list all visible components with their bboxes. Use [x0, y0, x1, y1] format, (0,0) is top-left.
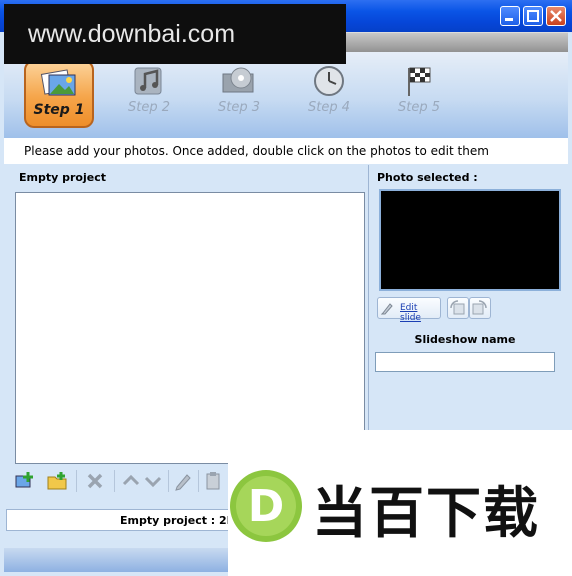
move-down-icon[interactable]	[142, 470, 164, 492]
selection-panel: Photo selected : Edit slide Slideshow na…	[368, 165, 569, 431]
photos-icon	[40, 69, 76, 96]
step-label: Step 5	[397, 100, 440, 115]
logo-letter: D	[248, 481, 285, 532]
step-3-tab[interactable]: Step 3	[204, 60, 274, 128]
downbai-logo-icon: D	[230, 470, 302, 542]
photo-preview	[379, 189, 561, 291]
instruction-text: Please add your photos. Once added, doub…	[24, 144, 489, 158]
step-label: Step 1	[33, 102, 85, 118]
step-5-tab[interactable]: Step 5	[384, 60, 454, 128]
toolbar-separator	[76, 470, 77, 492]
minimize-icon	[505, 18, 513, 21]
watermark-url: www.downbai.com	[28, 20, 236, 48]
checkered-flag-icon	[408, 67, 431, 96]
step-2-tab[interactable]: Step 2	[114, 60, 184, 128]
step-label: Step 4	[307, 100, 350, 115]
edit-slide-label: Edit slide	[400, 303, 421, 323]
toolbar-separator	[168, 470, 169, 492]
dvd-icon	[222, 67, 254, 93]
pencil-icon[interactable]	[172, 470, 194, 492]
minimize-button[interactable]	[500, 6, 520, 26]
status-text: Empty project : 2H	[120, 514, 236, 527]
move-up-icon[interactable]	[120, 470, 142, 492]
maximize-icon	[527, 10, 539, 22]
step-wizard: Step 1 Step 2 Step 3 Step 4 Step 5	[4, 52, 568, 138]
toolbar-separator	[114, 470, 115, 492]
close-icon	[550, 10, 562, 22]
paste-icon[interactable]	[202, 470, 224, 492]
pencil-icon	[381, 303, 393, 315]
toolbar-separator	[198, 470, 199, 492]
watermark-text: 当百下载	[312, 481, 541, 545]
clock-icon	[314, 66, 344, 96]
add-folder-icon[interactable]	[46, 470, 68, 492]
photo-selected-label: Photo selected :	[377, 171, 478, 184]
watermark-banner: www.downbai.com	[4, 4, 346, 64]
maximize-button[interactable]	[523, 6, 543, 26]
step-label: Step 3	[217, 100, 260, 115]
photo-panel: Empty project	[6, 165, 368, 467]
bottom-navigation-bar	[4, 548, 234, 572]
add-photos-icon[interactable]	[14, 470, 36, 492]
project-title: Empty project	[19, 171, 106, 184]
delete-icon[interactable]	[84, 470, 106, 492]
instruction-bar: Please add your photos. Once added, doub…	[4, 138, 568, 164]
photo-list[interactable]	[15, 192, 365, 464]
rotate-left-button[interactable]	[447, 297, 469, 319]
music-icon	[134, 67, 162, 95]
step-4-tab[interactable]: Step 4	[294, 60, 364, 128]
watermark-logo: D 当百下载	[228, 430, 572, 576]
slideshow-name-label: Slideshow name	[414, 333, 516, 346]
slideshow-name-input[interactable]	[375, 352, 555, 372]
close-button[interactable]	[546, 6, 566, 26]
app-window: Step 1 Step 2 Step 3 Step 4 Step 5 Pleas…	[0, 0, 572, 576]
step-label: Step 2	[127, 100, 170, 115]
step-1-tab[interactable]: Step 1	[24, 60, 94, 128]
rotate-right-icon	[472, 300, 487, 315]
photo-toolbar	[6, 466, 236, 496]
status-bar: Empty project : 2H	[6, 509, 236, 531]
edit-slide-button[interactable]: Edit slide	[377, 297, 441, 323]
rotate-right-button[interactable]	[469, 297, 491, 319]
rotate-left-icon	[450, 300, 465, 315]
menu-strip	[346, 32, 568, 53]
